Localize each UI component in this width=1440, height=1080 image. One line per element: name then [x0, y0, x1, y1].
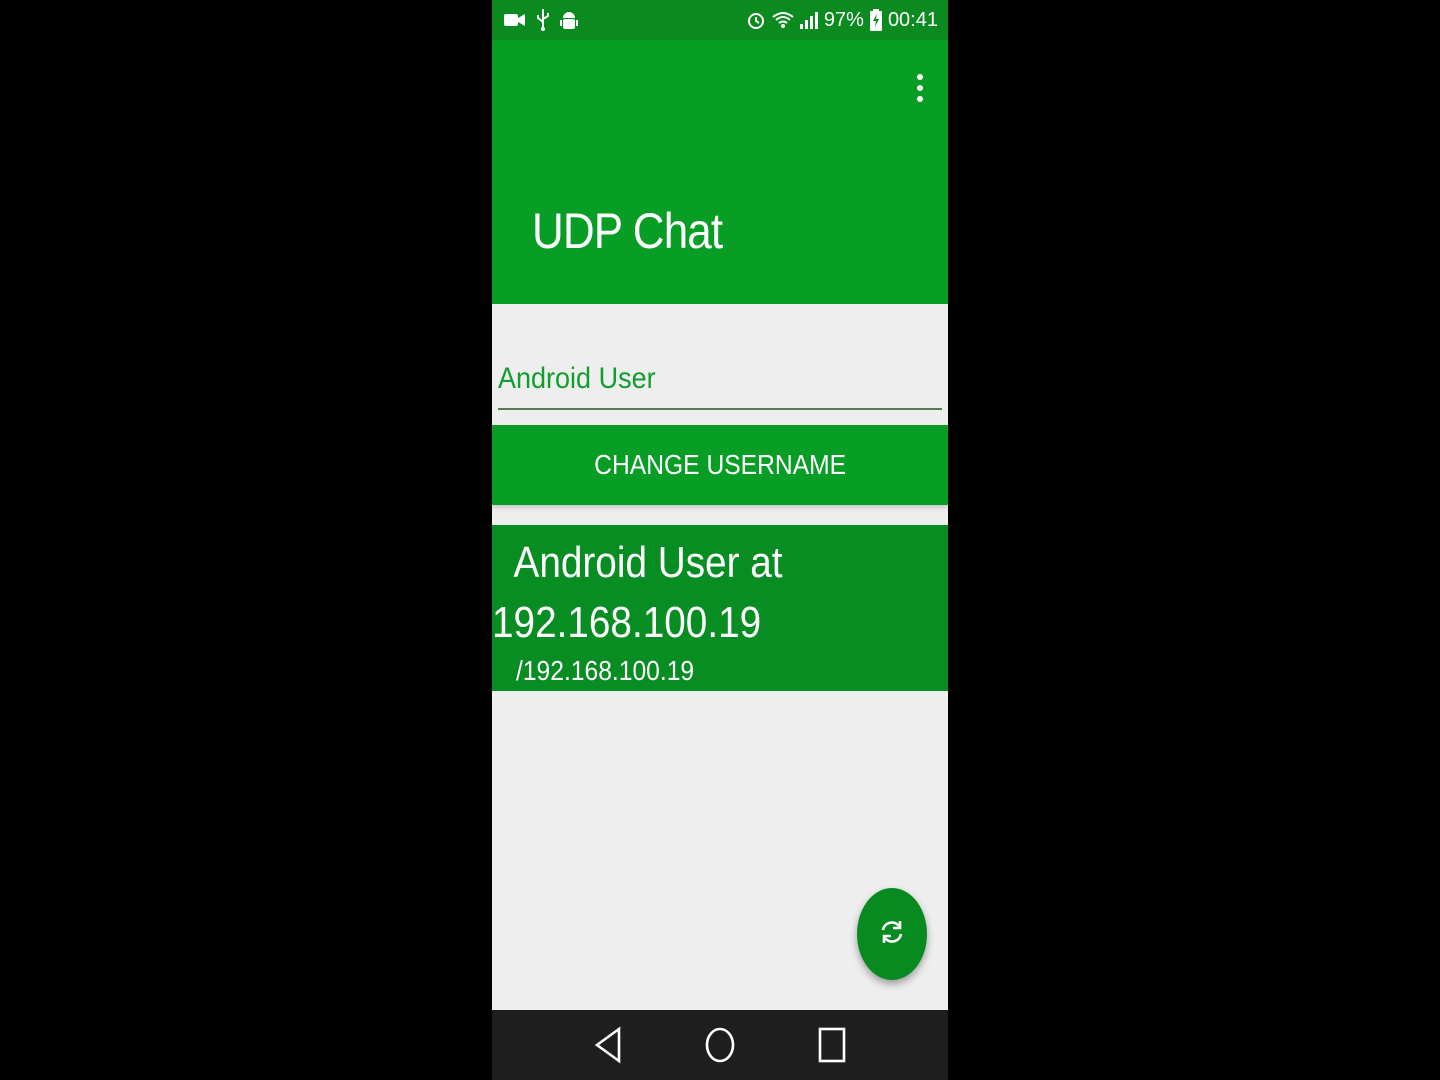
usb-icon: [536, 9, 550, 31]
change-username-label: CHANGE USERNAME: [594, 449, 846, 480]
recents-icon[interactable]: [810, 1023, 854, 1067]
change-username-button[interactable]: CHANGE USERNAME: [492, 425, 948, 505]
app-bar: UDP Chat: [492, 40, 948, 304]
alarm-icon: [746, 10, 766, 30]
refresh-icon: [878, 918, 906, 951]
app-title: UDP Chat: [532, 203, 723, 259]
battery-percent: 97%: [823, 8, 864, 31]
wifi-icon: [772, 11, 794, 29]
list-item[interactable]: Android User at 192.168.100.19 /192.168.…: [492, 525, 948, 691]
more-vert-icon[interactable]: [908, 70, 932, 106]
signal-icon: [799, 11, 818, 29]
peer-address: /192.168.100.19: [516, 655, 695, 686]
back-icon[interactable]: [586, 1023, 630, 1067]
home-icon[interactable]: [698, 1023, 742, 1067]
username-input[interactable]: Android User: [498, 362, 942, 410]
refresh-button[interactable]: [857, 888, 927, 980]
status-bar: 97% 00:41: [492, 0, 948, 40]
screen-record-icon: [504, 12, 526, 28]
status-time: 00:41: [887, 8, 938, 31]
android-debug-icon: [560, 10, 578, 30]
navigation-bar: [492, 1010, 948, 1080]
peer-name: Android User at 192.168.100.19: [492, 538, 783, 647]
phone-screen: 97% 00:41 UDP Chat Android User CHANGE U…: [492, 0, 948, 1080]
username-value: Android User: [498, 362, 656, 395]
battery-charging-icon: [869, 9, 882, 31]
